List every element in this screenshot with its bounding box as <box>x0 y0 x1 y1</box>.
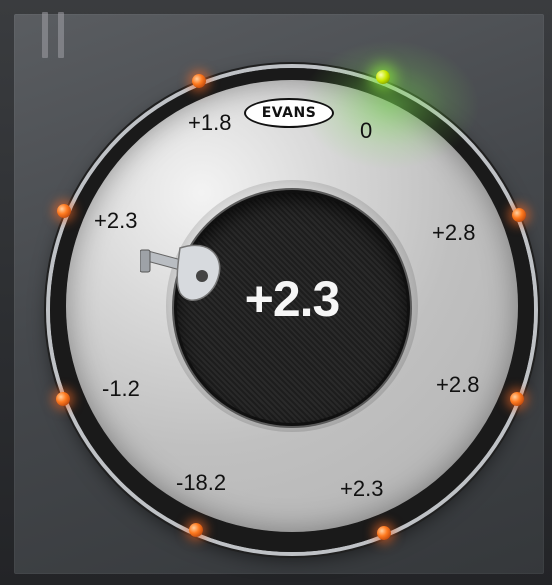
lug-upper-left[interactable] <box>48 195 80 227</box>
tension-label-bottom-right: +2.3 <box>340 476 384 501</box>
tension-label-lower-right: +2.8 <box>436 372 480 397</box>
pause-icon-bar <box>58 12 64 58</box>
lug-lower-right[interactable] <box>501 383 533 415</box>
logo-text: EVANS <box>261 105 317 121</box>
tension-label-top-left: +1.8 <box>188 110 232 135</box>
tension-label-bottom-left: -18.2 <box>176 470 227 495</box>
drum-key-icon[interactable] <box>140 238 230 318</box>
pause-button[interactable] <box>40 12 70 60</box>
lug-lower-left[interactable] <box>47 383 79 415</box>
lug-bottom-left[interactable] <box>180 514 212 546</box>
tension-label-upper-left: +2.3 <box>94 208 138 233</box>
tension-label-upper-right: +2.8 <box>432 220 476 245</box>
lug-bottom-right[interactable] <box>368 517 400 549</box>
lug-top-right[interactable] <box>367 61 399 93</box>
evans-logo: EVANS <box>244 98 334 128</box>
pause-icon <box>42 12 48 58</box>
lug-upper-right[interactable] <box>503 199 535 231</box>
tension-label-top-right: 0 <box>360 118 373 143</box>
lug-top-left[interactable] <box>183 65 215 97</box>
tension-label-lower-left: -1.2 <box>102 376 140 401</box>
